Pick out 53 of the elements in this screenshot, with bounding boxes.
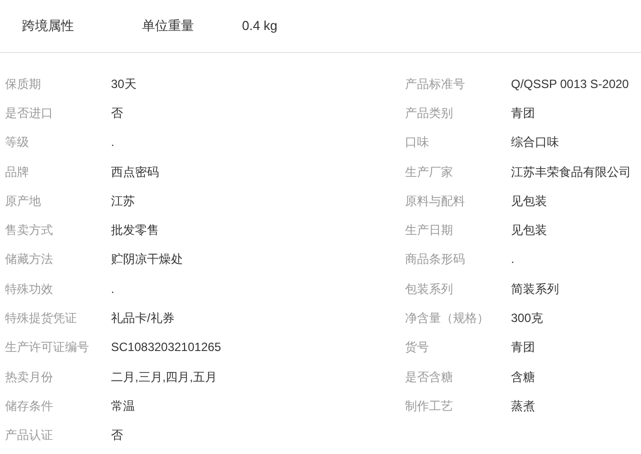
attribute-value: 礼品卡/礼券 bbox=[111, 310, 174, 328]
attribute-label: 等级 bbox=[5, 134, 30, 152]
attribute-label: 产品类别 bbox=[405, 104, 454, 122]
attribute-label: 生产日期 bbox=[405, 222, 454, 240]
attribute-value: 0.4 kg bbox=[242, 17, 278, 36]
section-title: 跨境属性 bbox=[22, 17, 75, 36]
attribute-value: SC10832032101265 bbox=[111, 339, 222, 356]
attribute-label: 特殊功效 bbox=[5, 280, 54, 298]
attribute-label: 包装系列 bbox=[405, 280, 454, 298]
attribute-value: 300克 bbox=[511, 310, 544, 328]
attribute-label: 保质期 bbox=[5, 76, 42, 93]
attribute-label: 商品条形码 bbox=[405, 251, 466, 268]
attribute-value: 含糖 bbox=[511, 368, 535, 386]
attribute-label: 售卖方式 bbox=[5, 222, 54, 240]
attribute-label: 品牌 bbox=[5, 164, 30, 181]
attribute-label: 热卖月份 bbox=[5, 368, 54, 386]
attribute-value: 综合口味 bbox=[511, 134, 559, 152]
attribute-value: Q/QSSP 0013 S-2020 bbox=[511, 76, 629, 93]
attribute-label: 制作工艺 bbox=[405, 398, 454, 415]
attribute-value: 常温 bbox=[111, 398, 135, 415]
attribute-value: 江苏 bbox=[111, 192, 135, 210]
attribute-label: 生产厂家 bbox=[405, 164, 454, 181]
attribute-label: 单位重量 bbox=[142, 17, 195, 36]
attribute-value: 见包装 bbox=[511, 192, 547, 210]
attribute-value: 青团 bbox=[511, 339, 535, 356]
attribute-label: 口味 bbox=[405, 134, 430, 152]
attribute-label: 净含量（规格） bbox=[405, 310, 490, 328]
attribute-value: 批发零售 bbox=[111, 222, 159, 240]
attribute-label: 是否含糖 bbox=[405, 368, 454, 386]
attribute-value: 蒸煮 bbox=[511, 398, 535, 415]
attribute-label: 生产许可证编号 bbox=[5, 339, 90, 356]
attribute-value: . bbox=[111, 280, 114, 298]
attribute-value: 否 bbox=[111, 104, 123, 122]
attribute-value: 江苏丰荣食品有限公司 bbox=[511, 164, 631, 181]
attribute-label: 储藏方法 bbox=[5, 251, 54, 268]
attribute-value: 见包装 bbox=[511, 222, 547, 240]
attribute-label: 是否进口 bbox=[5, 104, 54, 122]
attribute-value: 否 bbox=[111, 427, 123, 444]
attribute-label: 产品标准号 bbox=[405, 76, 466, 93]
attribute-label: 原产地 bbox=[5, 192, 42, 210]
attribute-label: 储存条件 bbox=[5, 398, 54, 415]
attribute-value: 贮阴凉干燥处 bbox=[111, 251, 183, 268]
attribute-value: . bbox=[111, 134, 114, 152]
attribute-value: 简装系列 bbox=[511, 280, 559, 298]
attribute-label: 货号 bbox=[405, 339, 430, 356]
attribute-value: 二月,三月,四月,五月 bbox=[111, 368, 218, 386]
attribute-value: . bbox=[511, 251, 514, 268]
attribute-label: 产品认证 bbox=[5, 427, 54, 444]
attribute-value: 青团 bbox=[511, 104, 535, 122]
attribute-value: 30天 bbox=[111, 76, 136, 93]
attribute-label: 原料与配料 bbox=[405, 192, 466, 210]
attribute-value: 西点密码 bbox=[111, 164, 159, 181]
attribute-label: 特殊提货凭证 bbox=[5, 310, 78, 328]
